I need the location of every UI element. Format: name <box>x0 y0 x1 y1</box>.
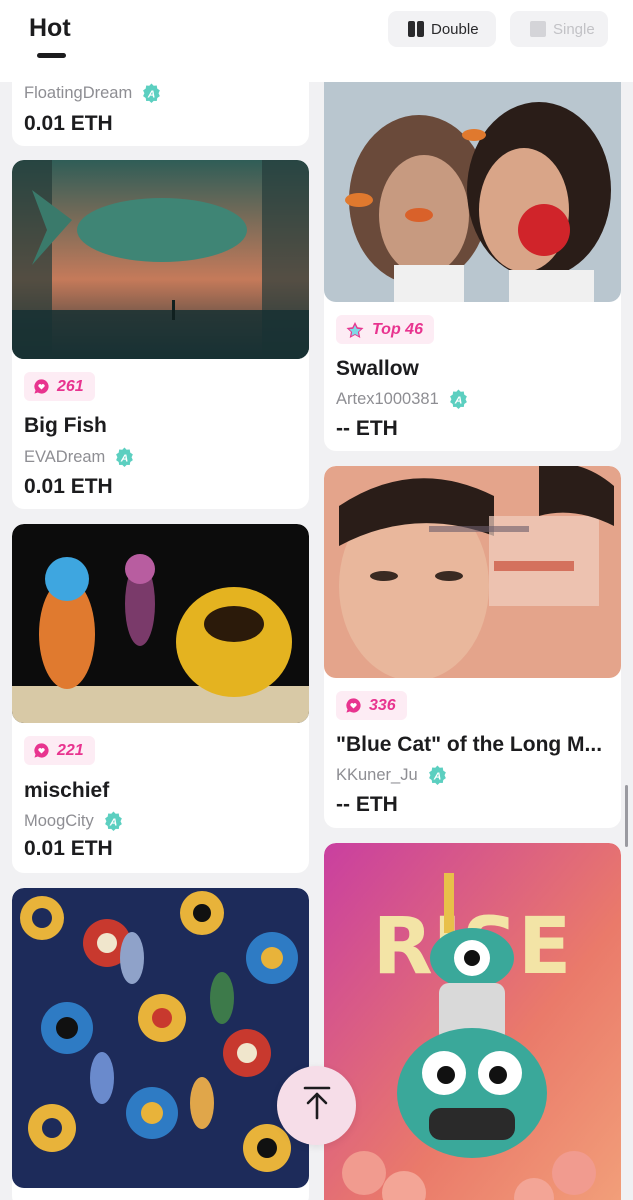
title-underline <box>37 53 66 58</box>
heart-chat-icon <box>33 378 50 395</box>
nft-card[interactable]: 261 Big Fish EVADream A 0.01 ETH <box>12 160 309 509</box>
badge-count: 261 <box>57 377 84 395</box>
artwork-title: Big Fish <box>24 414 107 437</box>
creator-name[interactable]: FloatingDream <box>24 84 132 103</box>
creator-name[interactable]: Artex1000381 <box>336 390 439 409</box>
svg-text:A: A <box>108 817 117 829</box>
creator-row: MoogCity A <box>24 811 124 832</box>
heart-chat-icon <box>33 742 50 759</box>
artwork-image[interactable] <box>12 160 309 359</box>
scrollbar-thumb[interactable] <box>625 785 628 847</box>
svg-text:A: A <box>432 771 441 783</box>
nft-card[interactable]: 336 "Blue Cat" of the Long M... KKuner_J… <box>324 466 621 828</box>
svg-text:A: A <box>120 453 129 465</box>
view-double-button[interactable]: Double <box>388 11 496 47</box>
rank-badge: Top 46 <box>336 315 434 344</box>
top-bar: Hot Double Single <box>0 0 633 82</box>
verified-icon: A <box>103 811 124 832</box>
likes-badge: 221 <box>24 736 95 765</box>
badge-rank: Top 46 <box>372 320 423 338</box>
badge-count: 221 <box>57 741 84 759</box>
single-column-icon <box>529 20 547 38</box>
verified-icon: A <box>427 765 448 786</box>
price: -- ETH <box>336 417 398 440</box>
verified-icon: A <box>141 83 162 104</box>
verified-icon: A <box>448 389 469 410</box>
likes-badge: 261 <box>24 372 95 401</box>
badge-count: 336 <box>369 696 396 714</box>
view-single-button[interactable]: Single <box>510 11 608 47</box>
artwork-title: Swallow <box>336 357 419 380</box>
view-double-label: Double <box>431 20 479 38</box>
artwork-image[interactable]: RISE <box>324 843 621 1200</box>
view-single-label: Single <box>553 20 595 38</box>
creator-row: FloatingDream A <box>24 83 162 104</box>
creator-row: Artex1000381 A <box>336 389 469 410</box>
artwork-image[interactable] <box>324 466 621 678</box>
star-icon <box>345 321 365 339</box>
artwork-title: mischief <box>24 779 110 802</box>
likes-badge: 336 <box>336 691 407 720</box>
double-column-icon <box>407 20 425 38</box>
verified-icon: A <box>114 447 135 468</box>
nft-card[interactable]: Top 46 Swallow Artex1000381 A -- ETH <box>324 40 621 451</box>
creator-name[interactable]: KKuner_Ju <box>336 766 418 785</box>
nft-card[interactable] <box>12 888 309 1200</box>
nft-card[interactable]: 221 mischief MoogCity A 0.01 ETH <box>12 524 309 873</box>
back-to-top-button[interactable] <box>277 1066 356 1145</box>
creator-row: KKuner_Ju A <box>336 765 448 786</box>
artwork-title: "Blue Cat" of the Long M... <box>336 733 603 756</box>
svg-text:A: A <box>453 395 462 407</box>
svg-text:A: A <box>147 89 156 101</box>
price: 0.01 ETH <box>24 112 113 135</box>
creator-row: EVADream A <box>24 447 135 468</box>
artwork-image[interactable] <box>12 888 309 1188</box>
price: 0.01 ETH <box>24 475 113 498</box>
arrow-up-to-top-icon <box>303 1086 331 1125</box>
heart-chat-icon <box>345 697 362 714</box>
price: -- ETH <box>336 793 398 816</box>
artwork-image[interactable] <box>12 524 309 723</box>
nft-card[interactable]: RISE <box>324 843 621 1200</box>
page-title: Hot <box>29 14 71 42</box>
creator-name[interactable]: MoogCity <box>24 812 94 831</box>
creator-name[interactable]: EVADream <box>24 448 105 467</box>
price: 0.01 ETH <box>24 837 113 860</box>
